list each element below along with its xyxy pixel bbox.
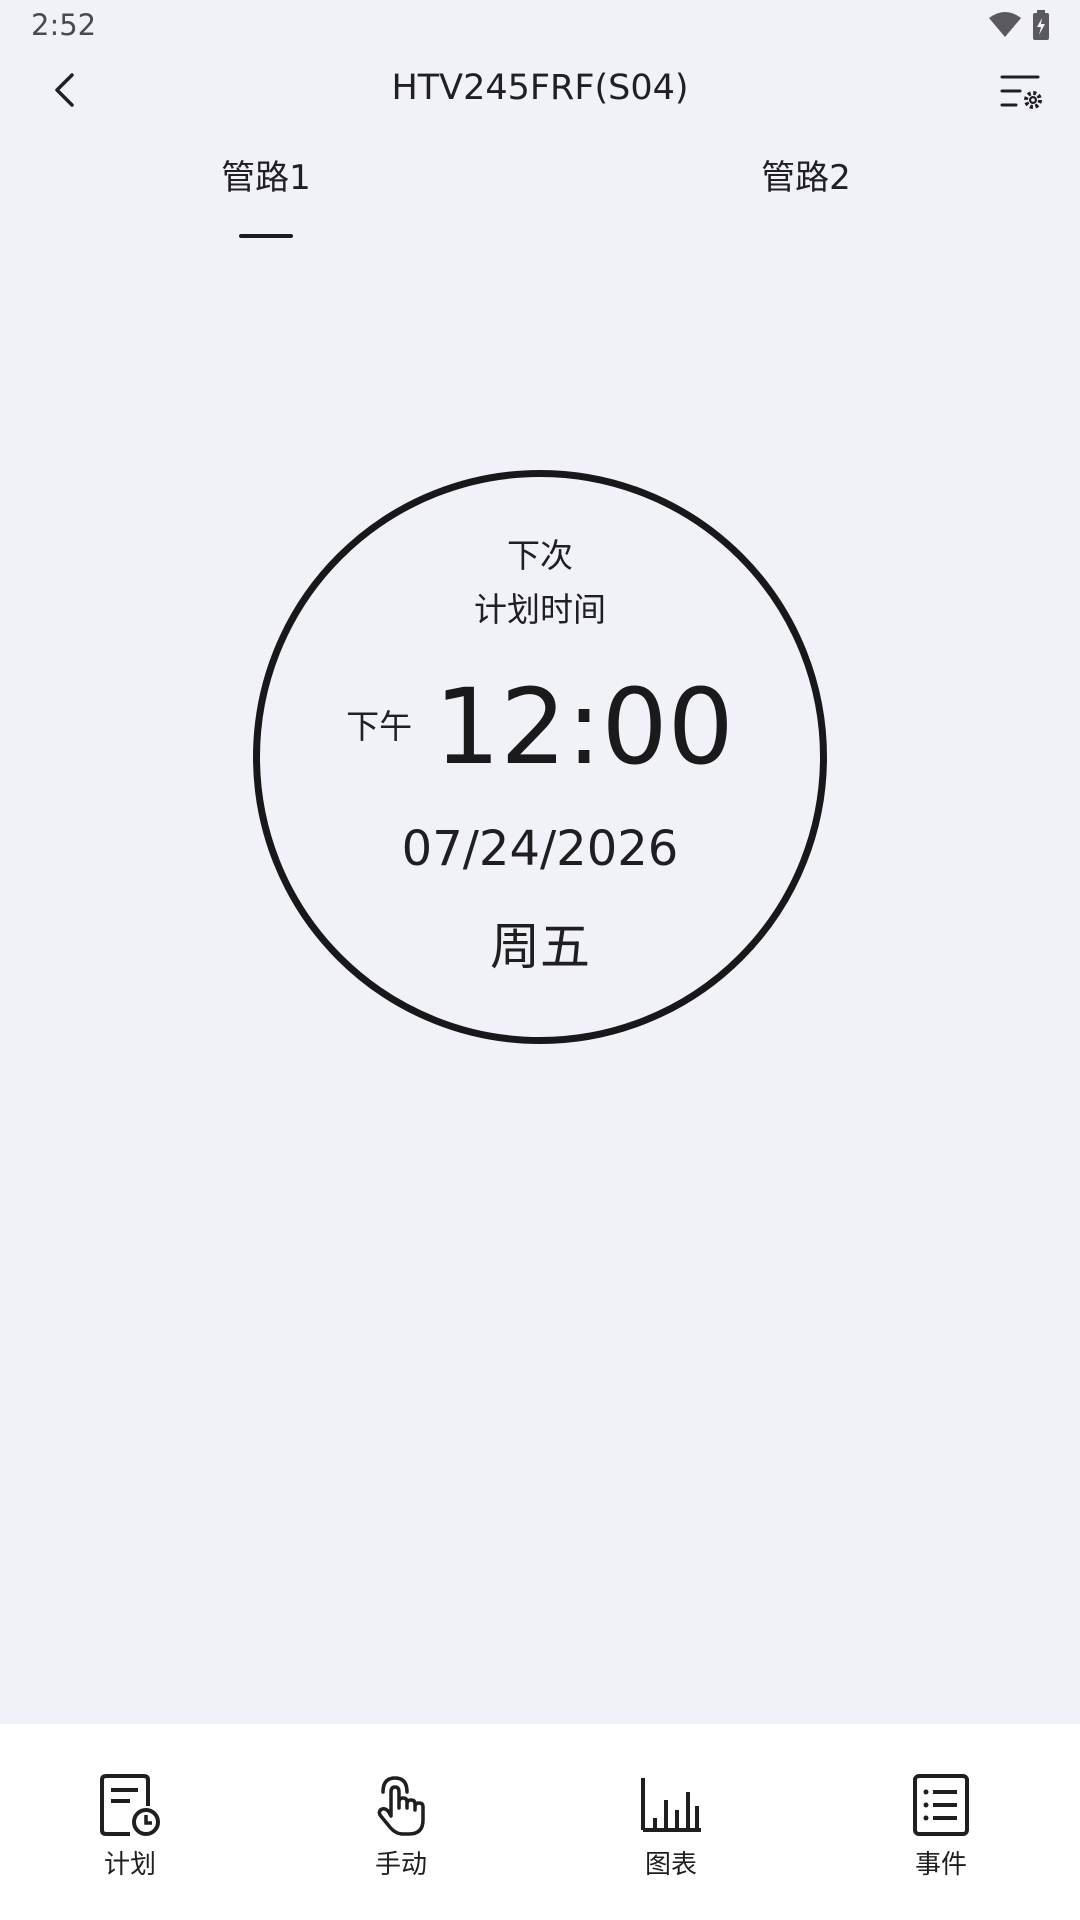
bottom-nav: 计划 手动 图表 事件 xyxy=(0,1724,1080,1920)
nav-label: 计划 xyxy=(103,1850,156,1880)
tab-pipeline-1[interactable]: 管路1 xyxy=(116,150,416,238)
tab-label: 管路2 xyxy=(761,158,851,198)
next-schedule-label: 下次 计划时间 xyxy=(260,529,820,637)
tab-pipeline-2[interactable]: 管路2 xyxy=(656,150,956,230)
hand-tap-icon xyxy=(377,1776,425,1836)
nav-label: 手动 xyxy=(374,1850,427,1880)
nav-schedule[interactable]: 计划 xyxy=(60,1772,200,1892)
nav-label: 事件 xyxy=(914,1850,967,1880)
battery-icon xyxy=(1033,10,1049,40)
settings-button[interactable] xyxy=(992,62,1052,122)
bar-chart-icon xyxy=(641,1778,701,1832)
schedule-weekday: 周五 xyxy=(490,918,590,976)
page-title: HTV245FRF(S04) xyxy=(391,68,689,108)
schedule-date: 07/24/2026 xyxy=(401,821,679,877)
tab-active-indicator xyxy=(239,234,293,238)
status-bar: 2:52 xyxy=(0,0,1080,52)
pipeline-tabs: 管路1 管路2 xyxy=(0,140,1080,240)
app-bar: HTV245FRF(S04) xyxy=(0,52,1080,132)
status-time: 2:52 xyxy=(31,8,97,42)
list-settings-icon xyxy=(1000,75,1042,109)
screen: 2:52 HTV245FRF(S04) 管路1 管路2 下次 计划时间 下午 1… xyxy=(0,0,1080,1920)
next-label-line1: 下次 xyxy=(507,536,573,575)
status-icons xyxy=(988,10,1050,40)
time-row: 下午 12:00 xyxy=(260,672,820,782)
schedule-doc-clock-icon xyxy=(100,1774,160,1836)
nav-label: 图表 xyxy=(644,1850,697,1880)
next-label-line2: 计划时间 xyxy=(474,590,606,629)
tab-label: 管路1 xyxy=(221,158,311,198)
wifi-icon xyxy=(989,12,1021,37)
next-schedule-circle: 下次 计划时间 下午 12:00 07/24/2026 周五 xyxy=(253,470,827,1044)
nav-chart[interactable]: 图表 xyxy=(601,1772,741,1892)
nav-events[interactable]: 事件 xyxy=(871,1772,1011,1892)
schedule-time: 12:00 xyxy=(434,666,734,788)
event-list-icon xyxy=(913,1774,969,1836)
nav-manual[interactable]: 手动 xyxy=(331,1772,471,1892)
ampm-label: 下午 xyxy=(346,707,413,746)
